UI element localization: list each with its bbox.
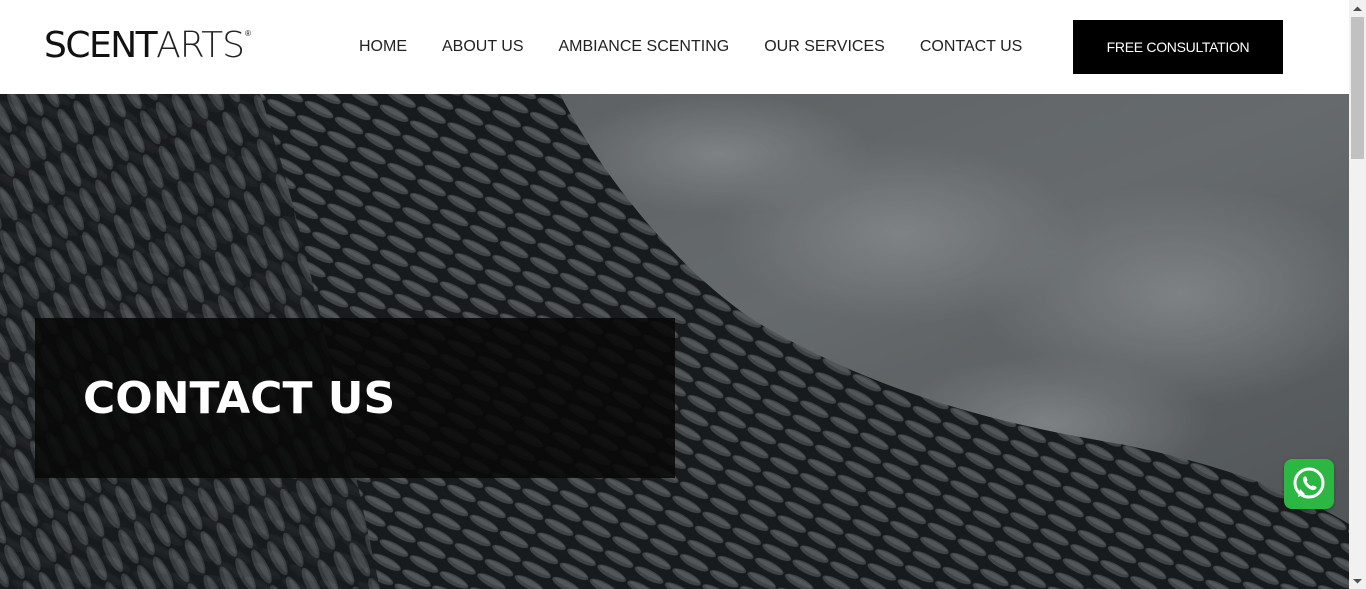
logo-text-bold: SCENT bbox=[44, 25, 158, 66]
registered-mark: ® bbox=[245, 29, 251, 38]
logo[interactable]: SCENT ARTS ® bbox=[44, 28, 251, 68]
nav-about-us[interactable]: ABOUT US bbox=[442, 37, 524, 57]
site-header: SCENT ARTS ® HOME ABOUT US AMBIANCE SCENTI… bbox=[0, 0, 1349, 94]
whatsapp-icon bbox=[1293, 467, 1325, 499]
nav-ambiance-scenting[interactable]: AMBIANCE SCENTING bbox=[559, 37, 730, 57]
arrow-up-icon bbox=[1353, 6, 1362, 11]
scroll-thumb[interactable] bbox=[1351, 17, 1364, 159]
nav-home[interactable]: HOME bbox=[359, 37, 407, 57]
whatsapp-button[interactable] bbox=[1284, 459, 1334, 509]
nav-our-services[interactable]: OUR SERVICES bbox=[764, 37, 885, 57]
page-title-box: CONTACT US bbox=[35, 318, 675, 478]
hero-banner: CONTACT US bbox=[0, 94, 1349, 589]
scroll-down-button[interactable] bbox=[1349, 572, 1366, 589]
scroll-up-button[interactable] bbox=[1349, 0, 1366, 17]
main-nav: HOME ABOUT US AMBIANCE SCENTING OUR SERV… bbox=[359, 37, 1022, 57]
page-scrollbar[interactable] bbox=[1349, 0, 1366, 589]
arrow-down-icon bbox=[1353, 578, 1362, 583]
page-title: CONTACT US bbox=[83, 373, 396, 424]
logo-text-thin: ARTS bbox=[156, 25, 245, 66]
free-consultation-button[interactable]: FREE CONSULTATION bbox=[1073, 20, 1283, 74]
nav-contact-us[interactable]: CONTACT US bbox=[920, 37, 1023, 57]
